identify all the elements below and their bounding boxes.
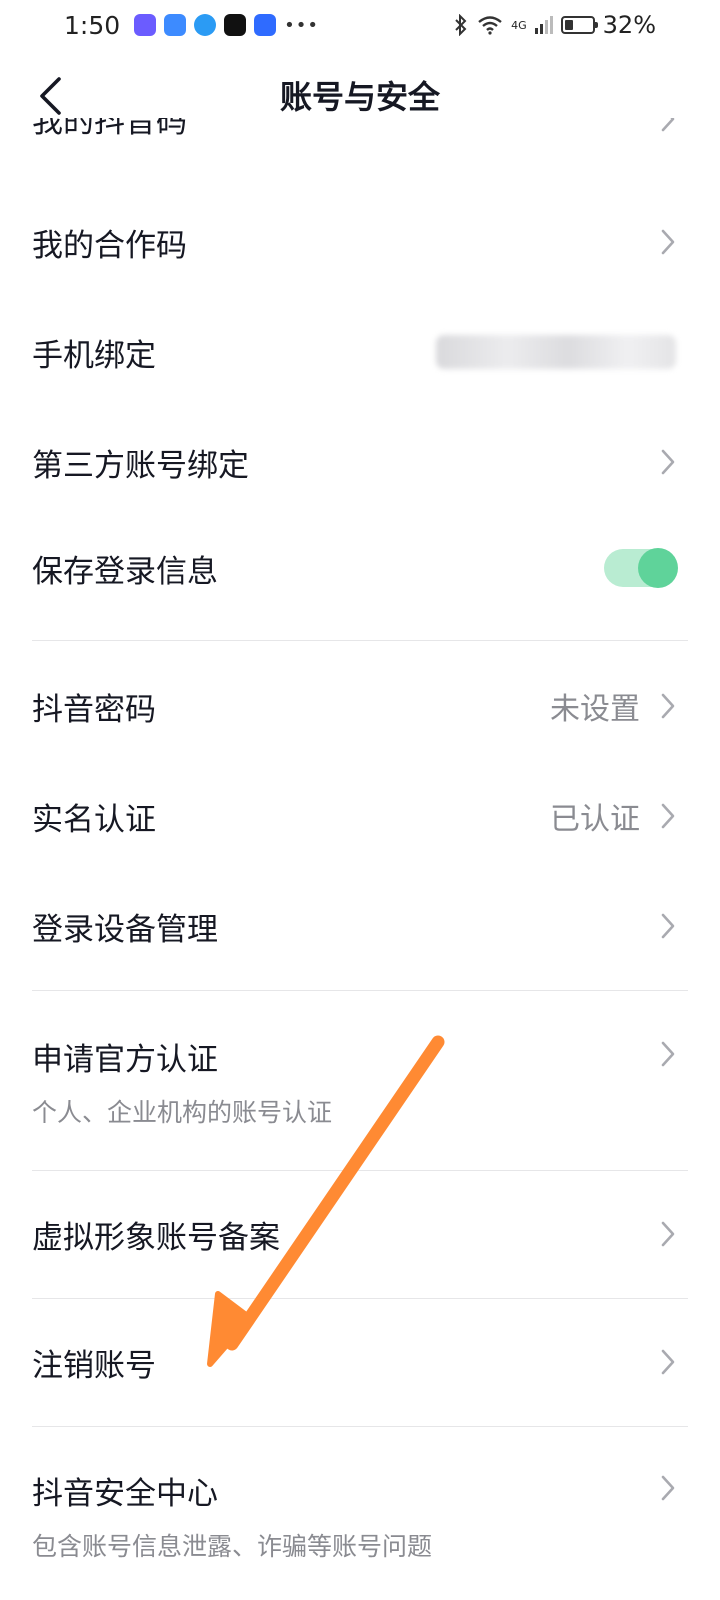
row-right [436, 335, 676, 369]
status-right: 4G 32% [453, 11, 656, 39]
bird-app-icon [194, 14, 217, 36]
row-label: 保存登录信息 [32, 553, 218, 590]
row-label: 抖音密码 [32, 691, 156, 728]
status-time: 1:50 [64, 10, 121, 40]
row-cancel-account[interactable]: 注销账号 [32, 1340, 676, 1384]
row-label: 抖音安全中心 [32, 1476, 218, 1512]
divider [32, 640, 688, 641]
divider [32, 1426, 688, 1427]
row-label: 第三方账号绑定 [32, 447, 249, 484]
divider [32, 1170, 688, 1171]
tiktok-app-icon [224, 14, 247, 36]
row-label: 我的合作码 [32, 227, 187, 264]
row-login-device-management[interactable]: 登录设备管理 [32, 904, 676, 948]
chevron-right-icon [661, 803, 675, 829]
chevron-right-icon [661, 1349, 675, 1375]
row-label: 登录设备管理 [32, 911, 218, 948]
status-bar: 1:50 ••• 4G 32% [0, 0, 720, 50]
row-phone-binding[interactable]: 手机绑定 [32, 330, 676, 374]
row-security-center[interactable]: 抖音安全中心 包含账号信息泄露、诈骗等账号问题 [32, 1468, 676, 1564]
battery-icon [560, 16, 598, 34]
wifi-icon [478, 16, 502, 35]
row-douyin-password[interactable]: 抖音密码 未设置 [32, 684, 676, 728]
network-type: 4G [511, 19, 527, 32]
blurred-phone-number [436, 335, 676, 369]
status-left: 1:50 ••• [64, 11, 319, 40]
divider [32, 990, 688, 991]
more-notifications-icon: ••• [284, 14, 319, 36]
save-login-toggle[interactable] [604, 548, 678, 588]
row-value: 未设置 [550, 692, 640, 727]
chevron-right-icon [661, 1221, 675, 1247]
chevron-right-icon [661, 1475, 675, 1501]
signal-icon [534, 16, 553, 34]
bluetooth-icon [455, 14, 467, 36]
row-subtitle: 个人、企业机构的账号认证 [32, 1098, 333, 1127]
row-label: 手机绑定 [32, 337, 156, 374]
row-value: 已认证 [550, 802, 640, 837]
row-save-login-info: 保存登录信息 [32, 544, 678, 592]
row-real-name-verification[interactable]: 实名认证 已认证 [32, 794, 676, 838]
music-app-icon [134, 14, 157, 36]
toggle-knob [638, 548, 678, 588]
chevron-right-icon [661, 449, 675, 475]
row-text: 申请官方认证 个人、企业机构的账号认证 [32, 1034, 332, 1129]
chevron-right-icon [661, 229, 675, 255]
row-virtual-avatar-filing[interactable]: 虚拟形象账号备案 [32, 1212, 676, 1256]
cloud-app-icon [164, 14, 187, 36]
battery-fill [564, 20, 573, 30]
row-label: 虚拟形象账号备案 [32, 1219, 280, 1256]
row-third-party-binding[interactable]: 第三方账号绑定 [32, 440, 676, 484]
row-subtitle: 包含账号信息泄露、诈骗等账号问题 [32, 1532, 433, 1561]
row-label: 申请官方认证 [32, 1042, 218, 1078]
row-right: 未设置 [550, 684, 676, 728]
chevron-right-icon [661, 1041, 675, 1067]
row-right: 已认证 [550, 794, 676, 838]
row-label: 注销账号 [32, 1347, 156, 1384]
bulb-app-icon [254, 14, 277, 36]
divider [32, 1298, 688, 1299]
chevron-right-icon [661, 913, 675, 939]
row-label: 实名认证 [32, 801, 156, 838]
page-title-foreground: 账号与安全 [279, 78, 440, 116]
battery-percent: 32% [602, 11, 656, 39]
row-official-verification[interactable]: 申请官方认证 个人、企业机构的账号认证 [32, 1034, 676, 1130]
chevron-right-icon [661, 693, 675, 719]
row-cooperation-code[interactable]: 我的合作码 [32, 220, 676, 264]
row-text: 抖音安全中心 包含账号信息泄露、诈骗等账号问题 [32, 1468, 432, 1563]
header-foreground: 账号与安全 [0, 52, 720, 140]
